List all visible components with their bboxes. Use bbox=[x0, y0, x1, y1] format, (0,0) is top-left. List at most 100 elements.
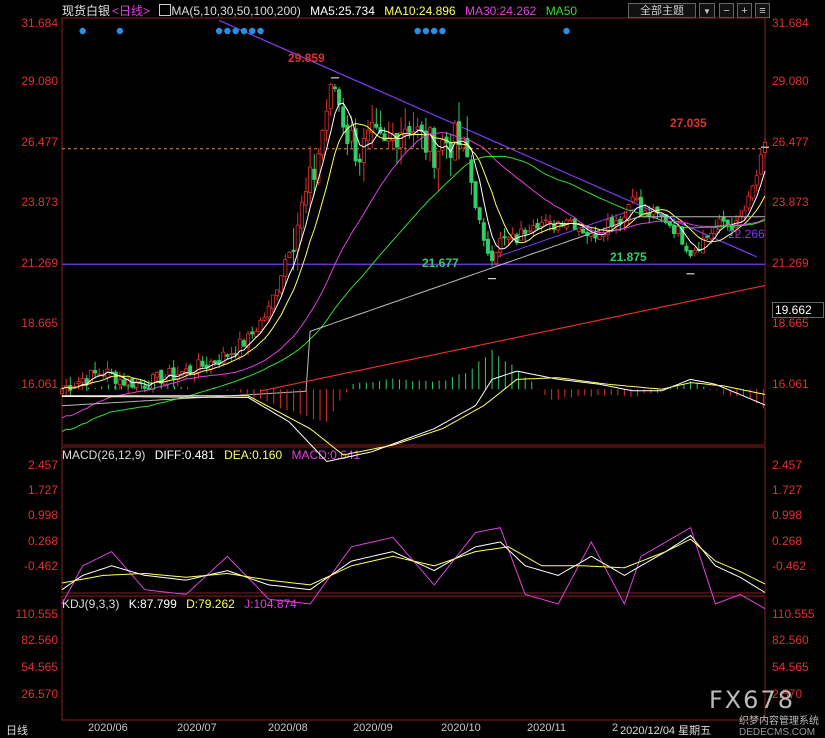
candle-body bbox=[684, 245, 689, 252]
macd-panel-frame bbox=[61, 446, 766, 594]
candle-body bbox=[502, 236, 507, 239]
event-dot-icon bbox=[79, 27, 86, 35]
candle-body bbox=[142, 385, 147, 389]
candle-body bbox=[407, 126, 412, 133]
candle-body bbox=[754, 175, 759, 186]
ma30-line bbox=[61, 132, 766, 419]
ma200-line bbox=[260, 284, 766, 392]
watermark-sub: 织梦内容管理系统 DEDECMS.COM bbox=[739, 712, 819, 738]
chart-window: 现货白银 <日线> MA(5,10,30,50,100,200) MA5:25.7… bbox=[0, 0, 825, 738]
candle-body bbox=[490, 250, 495, 261]
candle-body bbox=[229, 353, 234, 355]
candle-body bbox=[113, 371, 118, 384]
candle-body bbox=[535, 223, 540, 229]
candle-body bbox=[440, 139, 445, 151]
candle-body bbox=[188, 365, 193, 374]
event-dot-icon bbox=[232, 27, 239, 35]
candle-body bbox=[403, 128, 408, 136]
candle-body bbox=[469, 159, 474, 183]
candle-body bbox=[531, 224, 536, 233]
watermark: FX678 bbox=[708, 686, 795, 714]
candle-body bbox=[122, 379, 127, 386]
candle-body bbox=[688, 249, 693, 257]
kdj-k-line bbox=[61, 534, 766, 593]
candle-body bbox=[593, 233, 598, 239]
candle-body bbox=[758, 154, 763, 175]
watermark-cn: 织梦内容管理系统 bbox=[739, 716, 819, 727]
candle-body bbox=[150, 373, 155, 390]
kdj-j-line bbox=[61, 526, 766, 610]
event-dot-icon bbox=[439, 27, 446, 35]
candle-body bbox=[328, 84, 333, 109]
event-dot-icon bbox=[422, 27, 430, 35]
candle-body bbox=[366, 130, 371, 142]
candle-body bbox=[361, 138, 366, 163]
candle-body bbox=[200, 360, 205, 367]
candle-body bbox=[543, 219, 548, 222]
annotation-low1: 21.677 bbox=[422, 256, 459, 270]
candle-body bbox=[237, 338, 242, 358]
annotation-high: 29.859 bbox=[288, 51, 325, 65]
candle-body bbox=[349, 129, 354, 142]
candle-body bbox=[519, 228, 524, 241]
candle-body bbox=[225, 354, 230, 357]
candle-body bbox=[337, 89, 342, 106]
candle-body bbox=[291, 249, 296, 253]
candle-body bbox=[659, 214, 664, 217]
event-dot-icon bbox=[414, 27, 421, 35]
candle-body bbox=[250, 331, 255, 335]
candle-body bbox=[279, 275, 284, 293]
candle-body bbox=[76, 381, 81, 384]
candle-body bbox=[275, 289, 280, 296]
candle-body bbox=[258, 319, 263, 333]
candle-body bbox=[155, 371, 160, 378]
candle-body bbox=[171, 367, 176, 380]
candle-body bbox=[581, 228, 586, 234]
candle-body bbox=[634, 197, 639, 201]
candle-body bbox=[473, 181, 478, 208]
candle-body bbox=[324, 110, 329, 131]
candle-body bbox=[382, 133, 387, 142]
candle-body bbox=[374, 123, 379, 128]
candle-body bbox=[498, 237, 503, 253]
candle-body bbox=[283, 259, 288, 277]
candle-body bbox=[527, 230, 532, 233]
candle-body bbox=[523, 229, 528, 235]
annotation-last: 27.035 bbox=[670, 116, 707, 130]
candle-body bbox=[709, 232, 714, 240]
candle-body bbox=[303, 190, 308, 206]
kdj-panel-frame bbox=[61, 595, 766, 721]
candle-body bbox=[428, 127, 433, 152]
annotation-support: 22.266 bbox=[728, 227, 765, 241]
candle-body bbox=[117, 378, 122, 386]
candle-body bbox=[717, 218, 722, 230]
candle-body bbox=[481, 222, 486, 241]
candle-body bbox=[676, 225, 681, 234]
candle-body bbox=[287, 251, 292, 258]
candle-body bbox=[436, 150, 441, 170]
candle-body bbox=[295, 224, 300, 251]
candle-body bbox=[270, 294, 275, 310]
candle-body bbox=[750, 185, 755, 199]
candle-body bbox=[308, 166, 313, 194]
candle-body bbox=[411, 131, 416, 134]
annotation-low2: 21.875 bbox=[610, 250, 647, 264]
candle-body bbox=[721, 216, 726, 222]
event-dot-icon bbox=[430, 27, 438, 35]
candle-body bbox=[97, 373, 102, 376]
candle-body bbox=[262, 316, 267, 321]
candle-body bbox=[725, 219, 730, 225]
candle-body bbox=[547, 221, 552, 224]
candle-body bbox=[213, 360, 218, 363]
macd-dea-line bbox=[62, 377, 766, 456]
event-dot-icon bbox=[215, 27, 223, 35]
candle-body bbox=[713, 227, 718, 235]
event-dot-icon bbox=[257, 27, 264, 35]
candle-body bbox=[80, 378, 85, 383]
chart-canvas[interactable] bbox=[0, 0, 825, 736]
candle-body bbox=[692, 249, 697, 254]
event-dot-icon bbox=[240, 27, 248, 35]
event-dot-icon bbox=[116, 27, 124, 35]
candle-body bbox=[266, 305, 271, 318]
candle-body bbox=[576, 227, 581, 232]
